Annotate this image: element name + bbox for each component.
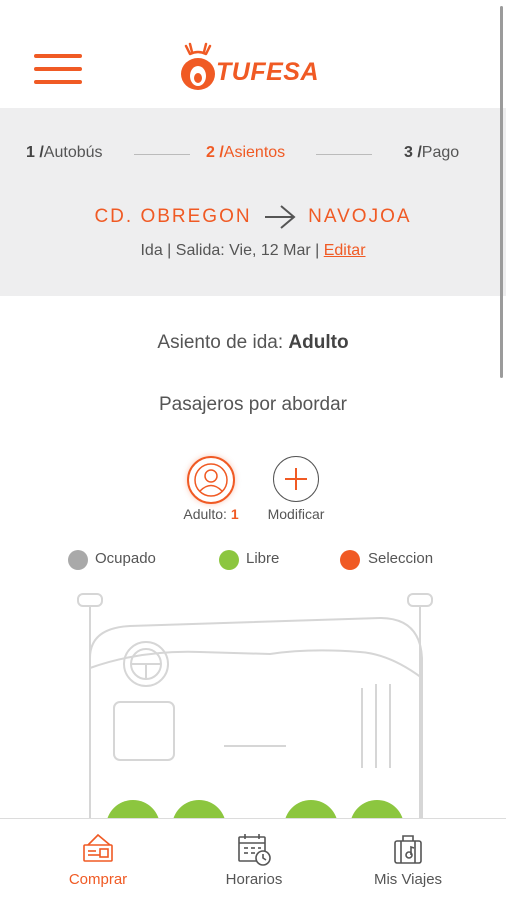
booking-stepper: 1 /Autobús 2 /Asientos 3 /Pago CD. OBREG… xyxy=(0,108,506,296)
free-dot-icon xyxy=(219,550,239,570)
nav-label: Mis Viajes xyxy=(373,871,443,888)
bottom-navigation: Comprar Horarios Mis Viajes xyxy=(0,818,506,901)
step-number: 3 / xyxy=(404,144,422,161)
scrollbar[interactable] xyxy=(500,6,503,378)
tufesa-logo[interactable]: TUFESA xyxy=(176,40,336,92)
destination-city: NAVOJOA xyxy=(308,206,412,228)
adult-passenger-button[interactable] xyxy=(187,456,235,504)
step-seats[interactable]: 2 /Asientos xyxy=(206,144,285,162)
nav-label: Comprar xyxy=(68,871,128,888)
ticket-icon xyxy=(83,833,113,862)
departure-info: Ida | Salida: Vie, 12 Mar | Editar xyxy=(0,242,506,260)
selected-dot-icon xyxy=(340,550,360,570)
adult-count-label: Adulto: 1 xyxy=(170,506,252,522)
occupied-dot-icon xyxy=(68,550,88,570)
route-summary: CD. OBREGON NAVOJOA xyxy=(0,204,506,230)
seat-title-type: Adulto xyxy=(288,332,349,353)
user-icon xyxy=(194,463,228,497)
departure-text: Ida | Salida: Vie, 12 Mar | xyxy=(140,242,320,259)
bus-outline xyxy=(77,593,433,820)
step-label: Autobús xyxy=(43,144,103,161)
deer-logo-icon xyxy=(181,42,215,90)
app-header: TUFESA xyxy=(0,0,506,108)
origin-city: CD. OBREGON xyxy=(94,206,252,228)
modify-passengers-button[interactable] xyxy=(273,456,319,502)
step-label: Pago xyxy=(421,144,460,161)
step-divider xyxy=(134,154,190,155)
nav-horarios[interactable]: Horarios xyxy=(170,819,338,901)
arrow-right-icon xyxy=(264,205,296,229)
edit-link[interactable]: Editar xyxy=(324,242,366,259)
legend-selected: Seleccion xyxy=(368,550,434,567)
seat-title-prefix: Asiento de ida: xyxy=(157,332,284,353)
hamburger-menu-icon[interactable] xyxy=(34,54,82,84)
nav-comprar[interactable]: Comprar xyxy=(14,819,182,901)
adult-count: 1 xyxy=(230,506,239,522)
legend-free: Libre xyxy=(246,550,280,567)
nav-mis-viajes[interactable]: Mis Viajes xyxy=(324,819,492,901)
step-divider xyxy=(316,154,372,155)
step-number: 2 / xyxy=(206,144,224,161)
step-payment[interactable]: 3 /Pago xyxy=(404,144,459,162)
passengers-title: Pasajeros por abordar xyxy=(159,394,347,415)
step-number: 1 / xyxy=(26,144,44,161)
nav-label: Horarios xyxy=(225,871,283,888)
seat-title: Asiento de ida: Adulto xyxy=(0,332,506,354)
adult-label: Adulto: xyxy=(183,506,227,522)
step-label: Asientos xyxy=(223,144,286,161)
logo-text: TUFESA xyxy=(216,58,319,86)
legend-occupied: Ocupado xyxy=(95,550,156,567)
luggage-icon xyxy=(394,835,422,864)
step-bus[interactable]: 1 /Autobús xyxy=(26,144,103,162)
modify-label: Modificar xyxy=(267,506,325,522)
plus-icon xyxy=(285,468,307,490)
calendar-clock-icon xyxy=(238,834,271,866)
